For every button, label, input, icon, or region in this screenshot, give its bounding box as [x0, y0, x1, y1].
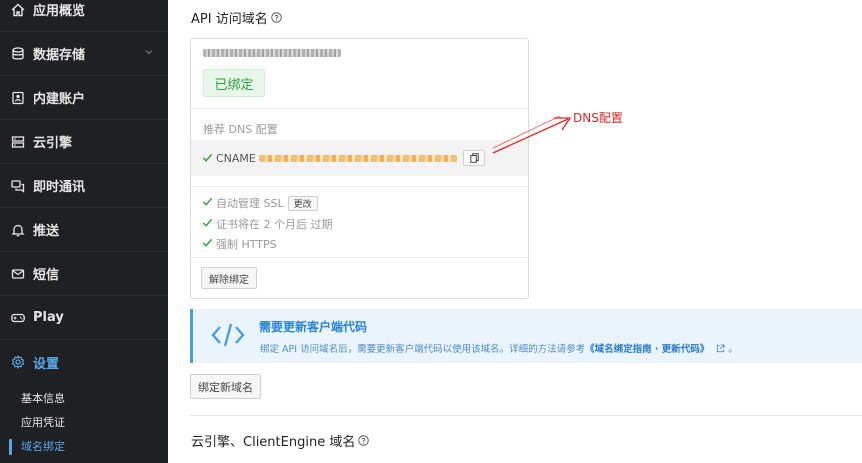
sidebar-item-settings[interactable]: 设置 [0, 340, 168, 384]
section-divider [190, 415, 862, 416]
notice-suffix: 。 [728, 344, 738, 355]
divider [191, 108, 528, 109]
sidebar-subitem-credentials[interactable]: 应用凭证 [0, 410, 168, 434]
sidebar-item-cloud-engine[interactable]: 云引擎 [0, 120, 168, 164]
sidebar-item-label: 数据存储 [33, 48, 86, 63]
sidebar-item-play[interactable]: Play [0, 296, 168, 340]
guide-link[interactable]: 《域名绑定指南 · 更新代码》 [585, 344, 709, 355]
database-icon [11, 46, 25, 61]
sidebar-item-label: 推送 [33, 224, 60, 239]
code-icon [211, 323, 245, 347]
gear-icon [11, 355, 25, 369]
mail-icon [11, 267, 25, 281]
annotation-arrow [492, 115, 572, 154]
bell-icon [11, 223, 25, 237]
notice-body: 绑定 API 访问域名后，需要更新客户端代码以使用该域名。详细的方法请参考 [260, 344, 586, 355]
sidebar-item-overview[interactable]: 应用概览 [0, 0, 168, 32]
section-title-text: API 访问域名 [191, 12, 268, 27]
check-icon [202, 197, 213, 206]
sidebar: 应用概览 数据存储 内建账户 云引擎 即时通讯 推送 短信 Play 设置 基本… [0, 0, 168, 463]
sidebar-item-im[interactable]: 即时通讯 [0, 164, 168, 208]
sidebar-subitem-label: 应用凭证 [21, 416, 65, 429]
api-section-title: API 访问域名 [191, 8, 282, 27]
check-icon [202, 238, 213, 247]
cname-row: CNAME [191, 140, 528, 176]
sidebar-item-sms[interactable]: 短信 [0, 252, 168, 296]
domain-card: 已绑定 推荐 DNS 配置 CNAME 自动管理 SSL 更改 证书将在 2 个… [190, 38, 529, 299]
sidebar-item-label: Play [33, 310, 64, 325]
feature-force-https: 强制 HTTPS [216, 236, 277, 252]
copy-icon [469, 153, 479, 163]
notice-title: 需要更新客户端代码 [259, 320, 368, 334]
home-icon [11, 3, 25, 17]
bind-new-domain-button[interactable]: 绑定新域名 [190, 374, 261, 399]
check-icon [202, 218, 213, 227]
engine-section-title: 云引擎、ClientEngine 域名 [191, 431, 370, 450]
sidebar-item-push[interactable]: 推送 [0, 208, 168, 252]
dns-heading: 推荐 DNS 配置 [203, 123, 278, 136]
copy-button[interactable] [463, 150, 485, 166]
change-button[interactable]: 更改 [287, 195, 318, 211]
sidebar-item-label: 云引擎 [33, 136, 73, 151]
chat-icon [11, 179, 25, 193]
divider [191, 257, 528, 258]
help-icon[interactable] [358, 435, 370, 446]
sidebar-item-label: 内建账户 [33, 92, 86, 107]
help-icon[interactable] [270, 12, 282, 23]
sidebar-subitem-basic-info[interactable]: 基本信息 [0, 386, 168, 410]
sidebar-item-data-storage[interactable]: 数据存储 [0, 32, 168, 76]
sidebar-item-label: 即时通讯 [33, 180, 86, 195]
domain-name-redacted [203, 49, 341, 57]
annotation-label: DNS配置 [573, 111, 623, 125]
sidebar-item-accounts[interactable]: 内建账户 [0, 76, 168, 120]
sidebar-subitem-domain-binding[interactable]: 域名绑定 [0, 434, 168, 458]
sidebar-item-label: 设置 [33, 356, 60, 372]
sidebar-item-label: 短信 [33, 268, 60, 283]
feature-label: 强制 HTTPS [216, 238, 277, 251]
feature-ssl: 自动管理 SSL 更改 [216, 195, 318, 211]
external-link-icon[interactable] [716, 344, 725, 353]
status-badge: 已绑定 [203, 69, 265, 97]
feature-label: 自动管理 SSL [216, 197, 284, 210]
gamepad-icon [11, 311, 25, 325]
feature-cert-expiry: 证书将在 2 个月后 过期 [216, 216, 333, 232]
sidebar-subitem-label: 域名绑定 [21, 440, 65, 453]
sidebar-subitem-label: 基本信息 [21, 392, 65, 405]
divider [191, 186, 528, 187]
feature-label: 证书将在 2 个月后 过期 [216, 218, 333, 231]
section-title-text: 云引擎、ClientEngine 域名 [191, 435, 356, 450]
check-icon [202, 153, 213, 162]
notice-text: 绑定 API 访问域名后，需要更新客户端代码以使用该域名。详细的方法请参考《域名… [260, 341, 738, 355]
id-card-icon [11, 91, 25, 105]
cname-value-redacted [259, 155, 457, 162]
unbind-button[interactable]: 解除绑定 [201, 267, 257, 289]
update-code-notice: 需要更新客户端代码 绑定 API 访问域名后，需要更新客户端代码以使用该域名。详… [190, 309, 862, 363]
chevron-down-icon[interactable] [144, 47, 154, 57]
server-icon [11, 135, 25, 149]
sidebar-item-label: 应用概览 [33, 4, 86, 19]
cname-label: CNAME [216, 152, 256, 165]
